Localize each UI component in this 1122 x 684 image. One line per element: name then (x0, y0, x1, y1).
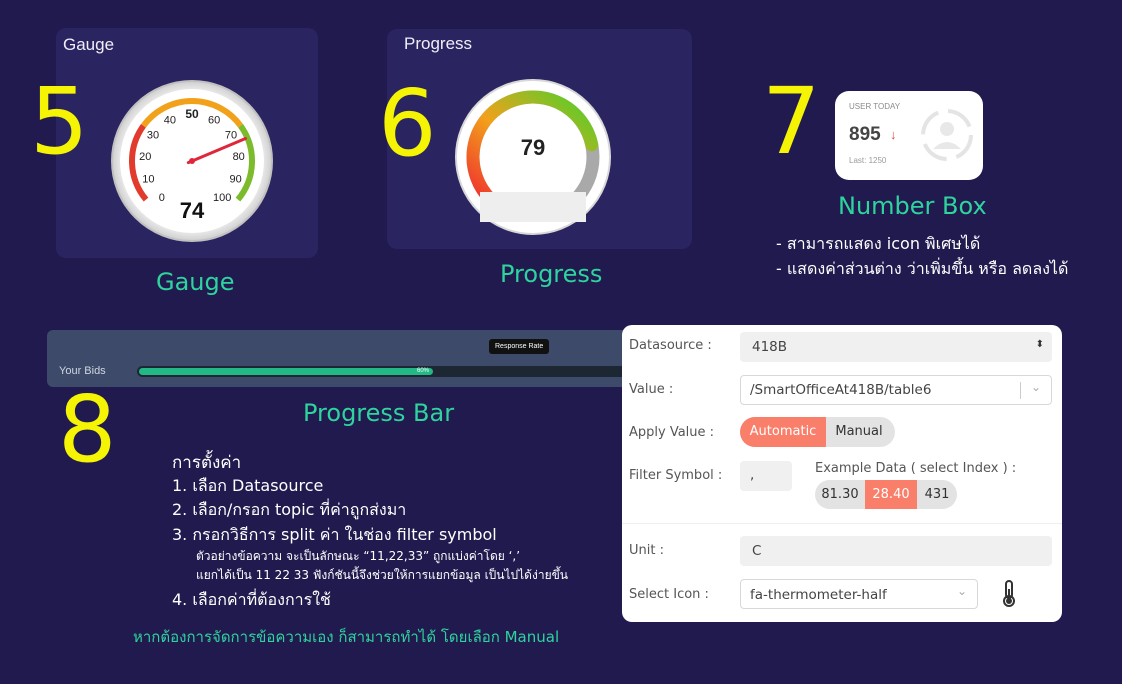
number-box-title: USER TODAY (849, 102, 901, 111)
progress-bar-tooltip: Response Rate (489, 339, 550, 354)
apply-value-label: Apply Value : (629, 425, 715, 440)
value-text: /SmartOfficeAt418B/table6 (750, 382, 932, 398)
gauge-tick-label: 20 (139, 151, 151, 163)
gauge-tick-label: 100 (213, 192, 231, 204)
example-data-label: Example Data ( select Index ) : (815, 461, 1017, 476)
unit-value: C (752, 543, 762, 559)
filter-symbol-label: Filter Symbol : (629, 468, 723, 483)
gauge-tick-label: 40 (164, 115, 176, 127)
progress-dial: 79 (455, 79, 611, 235)
gauge-tick-label: 80 (233, 151, 245, 163)
gauge-tick-label: 10 (142, 174, 154, 186)
progress-value: 79 (521, 135, 545, 160)
example-data-chips: 81.30 28.40 431 (815, 480, 957, 509)
panel-divider (622, 523, 1062, 524)
instruction-step-3-example: ตัวอย่างข้อความ จะเป็นลักษณะ “11,22,33” … (196, 549, 521, 563)
gauge-tick-label: 70 (225, 130, 237, 142)
progress-bar-value: 60% (416, 368, 429, 374)
filter-symbol-value: , (750, 467, 755, 483)
select-arrows-icon: ⬍ (1035, 339, 1044, 350)
example-chip-2[interactable]: 28.40 (865, 480, 917, 509)
numberbox-number: 7 (762, 68, 821, 175)
numberbox-note-2: - แสดงค่าส่วนต่าง ว่าเพิ่มขึ้น หรือ ลดลง… (776, 259, 1069, 278)
progress-card-title: Progress (404, 34, 473, 53)
example-chip-3[interactable]: 431 (917, 480, 957, 509)
instructions-heading: การตั้งค่า (172, 453, 242, 473)
gauge-tick-label: 90 (229, 174, 241, 186)
chevron-down-icon: ⌄ (956, 584, 967, 598)
gauge-value: 74 (180, 198, 205, 223)
gauge-dial: 0 10 20 30 40 50 60 70 80 90 100 74 (111, 80, 273, 242)
gauge-tick-label: 50 (185, 107, 199, 121)
number-box-last: Last: 1250 (849, 156, 887, 165)
unit-input[interactable]: C (740, 536, 1052, 566)
gauge-tick-label: 0 (159, 192, 165, 204)
gauge-caption: Gauge (156, 268, 235, 296)
datasource-label: Datasource : (629, 338, 712, 353)
instruction-step-3: 3. กรอกวิธีการ split ค่า ในช่อง filter s… (172, 525, 497, 544)
numberbox-note-1: - สามารถแสดง icon พิเศษได้ (776, 234, 981, 253)
progressbar-number: 8 (58, 376, 117, 483)
progress-bar-track: 60% (137, 366, 627, 377)
datasource-value: 418B (752, 339, 788, 355)
progress-caption: Progress (500, 260, 603, 288)
instructions-footer: หากต้องการจัดการข้อความเอง ก็สามารถทำได้… (133, 628, 560, 646)
value-select[interactable]: /SmartOfficeAt418B/table6 ⌄ (740, 375, 1052, 405)
thermometer-icon (1003, 580, 1015, 607)
instruction-step-3-explain: แยกได้เป็น 11 22 33 ฟังก์ชันนี้จึงช่วยให… (196, 568, 568, 582)
datasource-select[interactable]: 418B ⬍ (740, 332, 1052, 362)
progress-number: 6 (378, 70, 437, 177)
arrow-down-icon: ↓ (890, 127, 897, 142)
gauge-tick-label: 30 (147, 130, 159, 142)
gauge-tick-label: 60 (208, 115, 220, 127)
select-icon-label: Select Icon : (629, 587, 709, 602)
chevron-down-icon: ⌄ (1030, 380, 1041, 394)
settings-panel: Datasource : 418B ⬍ Value : /SmartOffice… (622, 325, 1062, 622)
manual-button[interactable]: Manual (826, 417, 892, 447)
filter-symbol-input[interactable]: , (740, 461, 792, 491)
progressbar-caption: Progress Bar (303, 399, 455, 427)
instruction-step-4: 4. เลือกค่าที่ต้องการใช้ (172, 590, 331, 609)
apply-value-toggle: Automatic Manual (740, 417, 895, 447)
instruction-step-1: 1. เลือก Datasource (172, 476, 324, 495)
instruction-step-2: 2. เลือก/กรอก topic ที่ค่าถูกส่งมา (172, 500, 407, 519)
number-box-value: 895 (849, 124, 881, 145)
automatic-button[interactable]: Automatic (740, 417, 826, 447)
numberbox-caption: Number Box (838, 192, 987, 220)
progress-bar-strip: Response Rate Your Bids 60% (47, 330, 627, 387)
example-chip-1[interactable]: 81.30 (815, 480, 865, 509)
unit-label: Unit : (629, 543, 664, 558)
icon-select[interactable]: fa-thermometer-half ⌄ (740, 579, 978, 609)
gauge-number: 5 (30, 68, 89, 175)
icon-select-value: fa-thermometer-half (750, 587, 887, 603)
user-icon (921, 109, 973, 161)
number-box-widget: USER TODAY 895 ↓ Last: 1250 (835, 91, 983, 180)
gauge-card-title: Gauge (63, 35, 115, 54)
value-label: Value : (629, 382, 674, 397)
progress-bar-fill: 60% (139, 368, 433, 375)
value-select-divider (1020, 382, 1021, 399)
